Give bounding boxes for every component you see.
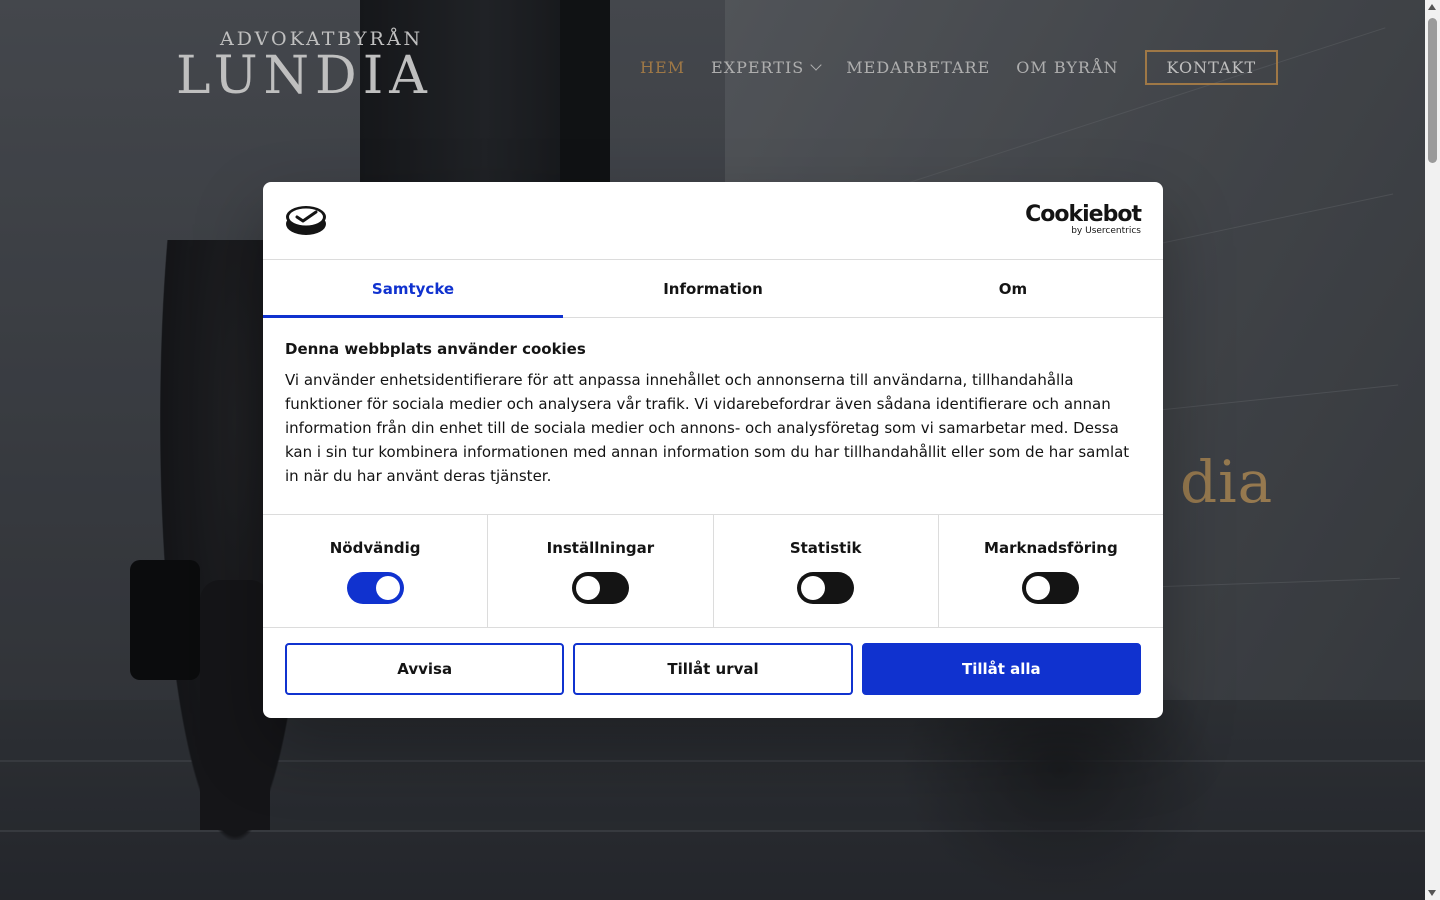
cookiebot-brand-name: Cookiebot <box>1025 202 1142 227</box>
category-label: Marknadsföring <box>984 539 1118 557</box>
toggle-knob <box>801 576 826 600</box>
toggle-marknadsforing[interactable] <box>1022 572 1080 604</box>
page-scrollbar[interactable] <box>1425 0 1440 900</box>
category-statistik: Statistik <box>714 515 939 627</box>
category-marknadsforing: Marknadsföring <box>939 515 1163 627</box>
dialog-heading: Denna webbplats använder cookies <box>285 340 586 358</box>
dialog-header: Cookiebot by Usercentrics <box>263 182 1163 260</box>
cookie-logo-icon <box>286 206 326 235</box>
category-label: Nödvändig <box>329 539 421 557</box>
toggle-nodvandig[interactable] <box>346 572 404 604</box>
tab-samtycke[interactable]: Samtycke <box>263 260 563 318</box>
allow-all-button[interactable]: Tillåt alla <box>861 643 1141 695</box>
category-nodvandig: Nödvändig <box>263 515 489 627</box>
deny-button[interactable]: Avvisa <box>285 643 565 695</box>
scrollbar-thumb[interactable] <box>1428 18 1437 163</box>
toggle-knob <box>1026 576 1051 600</box>
cookiebot-brand[interactable]: Cookiebot by Usercentrics <box>1025 202 1142 237</box>
dialog-content: Denna webbplats använder cookies Vi anvä… <box>263 318 1163 514</box>
scroll-down-icon[interactable] <box>1428 890 1436 896</box>
tab-om[interactable]: Om <box>863 260 1163 317</box>
consent-categories: Nödvändig Inställningar Statistik Markna… <box>263 514 1163 628</box>
category-label: Statistik <box>789 539 862 557</box>
cookie-consent-dialog: Cookiebot by Usercentrics Samtycke Infor… <box>263 182 1163 718</box>
scroll-up-icon[interactable] <box>1428 4 1436 10</box>
category-label: Inställningar <box>546 539 655 557</box>
dialog-tabs: Samtycke Information Om <box>263 260 1163 318</box>
toggle-knob <box>575 576 600 600</box>
allow-selection-button[interactable]: Tillåt urval <box>573 643 853 695</box>
dialog-actions: Avvisa Tillåt urval Tillåt alla <box>263 628 1163 710</box>
tab-information[interactable]: Information <box>563 260 863 317</box>
dialog-body-text: Vi använder enhetsidentifierare för att … <box>285 371 1130 485</box>
toggle-installningar[interactable] <box>571 572 629 604</box>
toggle-statistik[interactable] <box>797 572 855 604</box>
cookiebot-brand-sub: by Usercentrics <box>1071 226 1141 236</box>
toggle-knob <box>375 576 400 600</box>
category-installningar: Inställningar <box>488 515 714 627</box>
